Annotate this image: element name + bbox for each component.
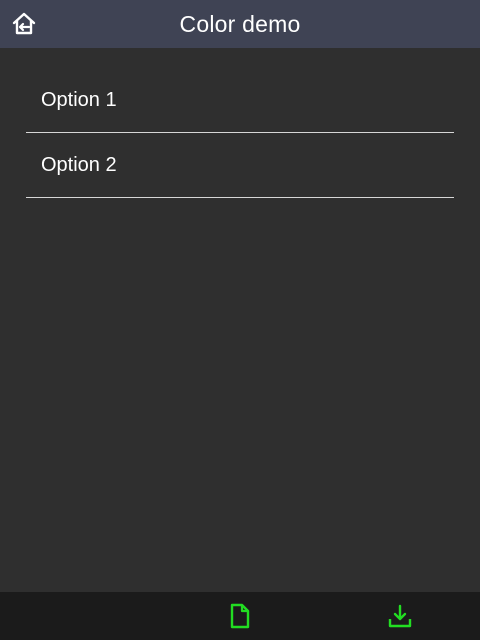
header-bar: Color demo — [0, 0, 480, 48]
file-icon — [230, 603, 250, 629]
list-item-option-2[interactable]: Option 2 — [26, 133, 454, 198]
footer-bar — [0, 592, 480, 640]
options-list: Option 1 Option 2 — [26, 68, 454, 198]
list-item-option-1[interactable]: Option 1 — [26, 68, 454, 133]
home-back-icon — [12, 12, 36, 35]
download-button[interactable] — [384, 600, 416, 632]
download-icon — [388, 604, 412, 628]
back-button[interactable] — [8, 8, 40, 40]
list-item-label: Option 2 — [41, 153, 117, 176]
new-file-button[interactable] — [224, 600, 256, 632]
list-item-label: Option 1 — [41, 88, 117, 111]
screen: Color demo Option 1 Option 2 — [0, 0, 480, 640]
page-title: Color demo — [179, 10, 301, 37]
